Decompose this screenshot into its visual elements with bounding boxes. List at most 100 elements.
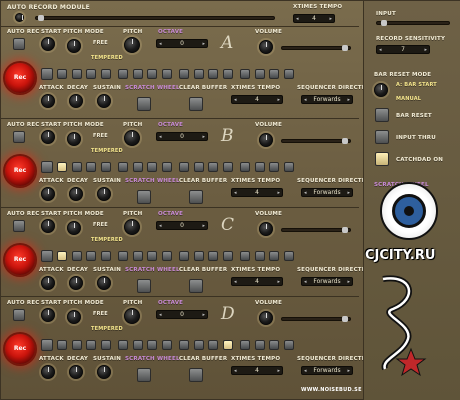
- volume-knob[interactable]: [259, 40, 273, 54]
- sequencer-step[interactable]: [57, 69, 67, 79]
- rec-arm-toggle[interactable]: [41, 250, 53, 262]
- rec-arm-toggle[interactable]: [41, 161, 53, 173]
- sustain-knob[interactable]: [97, 276, 111, 290]
- sequencer-step[interactable]: [161, 340, 172, 350]
- pitch-knob[interactable]: [124, 308, 140, 324]
- bar-reset-mode-knob[interactable]: [374, 83, 388, 97]
- pitch-mode-tempered[interactable]: Tempered: [91, 55, 123, 61]
- decay-knob[interactable]: [69, 365, 83, 379]
- octave-field[interactable]: ◂ 0 ▸: [156, 221, 208, 230]
- sequencer-step[interactable]: [161, 251, 172, 261]
- bar-reset-button[interactable]: [375, 108, 389, 122]
- sequencer-step[interactable]: [208, 251, 218, 261]
- sequencer-step[interactable]: [161, 69, 172, 79]
- xtimes-field[interactable]: ◂ 4 ▸: [231, 95, 283, 104]
- auto-rec-toggle[interactable]: [13, 309, 25, 321]
- sequencer-step[interactable]: [147, 340, 157, 350]
- sequencer-step[interactable]: [254, 69, 265, 79]
- sequencer-step[interactable]: [222, 162, 233, 172]
- sequencer-step[interactable]: [193, 340, 204, 350]
- octave-field[interactable]: ◂ 0 ▸: [156, 132, 208, 141]
- sustain-knob[interactable]: [97, 187, 111, 201]
- scratch-wheel-button[interactable]: [137, 190, 151, 204]
- sequencer-step[interactable]: [86, 69, 96, 79]
- rec-button[interactable]: Rec: [5, 63, 35, 93]
- clear-buffer-button[interactable]: [189, 279, 203, 293]
- xtimes-field[interactable]: ◂ 4 ▸: [231, 366, 283, 375]
- sequencer-step[interactable]: [179, 340, 189, 350]
- attack-knob[interactable]: [41, 365, 55, 379]
- sequencer-step[interactable]: [179, 251, 189, 261]
- sequencer-step[interactable]: [71, 251, 82, 261]
- rec-button[interactable]: Rec: [5, 156, 35, 186]
- volume-slider[interactable]: [281, 316, 351, 322]
- sequencer-step[interactable]: [208, 162, 218, 172]
- sequencer-step[interactable]: [222, 340, 233, 350]
- sequencer-step[interactable]: [147, 69, 157, 79]
- sequencer-step[interactable]: [283, 69, 294, 79]
- input-thru-button[interactable]: [375, 130, 389, 144]
- clear-buffer-button[interactable]: [189, 190, 203, 204]
- auto-rec-toggle[interactable]: [13, 220, 25, 232]
- pitch-mode-knob[interactable]: [67, 132, 81, 146]
- rec-arm-toggle[interactable]: [41, 339, 53, 351]
- sequencer-step[interactable]: [240, 69, 250, 79]
- xtimes-field[interactable]: ◂ 4 ▸: [231, 277, 283, 286]
- sequencer-step[interactable]: [222, 251, 233, 261]
- sequencer-step[interactable]: [193, 251, 204, 261]
- pitch-mode-knob[interactable]: [67, 39, 81, 53]
- sequencer-step[interactable]: [132, 162, 143, 172]
- direction-field[interactable]: ◂ Forwards ▸: [301, 366, 353, 375]
- pitch-mode-tempered[interactable]: Tempered: [91, 326, 123, 332]
- volume-slider[interactable]: [281, 227, 351, 233]
- catchdad-button[interactable]: [375, 152, 389, 166]
- sustain-knob[interactable]: [97, 94, 111, 108]
- pitch-mode-knob[interactable]: [67, 221, 81, 235]
- module-slider[interactable]: [35, 15, 275, 21]
- sequencer-step[interactable]: [147, 162, 157, 172]
- sequencer-step[interactable]: [222, 69, 233, 79]
- pitch-knob[interactable]: [124, 130, 140, 146]
- pitch-mode-free[interactable]: Free: [93, 222, 108, 228]
- xtimes-field[interactable]: ◂ 4 ▸: [231, 188, 283, 197]
- rec-sensitivity-field[interactable]: ◂ 7 ▸: [376, 45, 430, 54]
- sequencer-step[interactable]: [86, 340, 96, 350]
- sequencer-step[interactable]: [283, 162, 294, 172]
- rec-arm-toggle[interactable]: [41, 68, 53, 80]
- sequencer-step[interactable]: [132, 69, 143, 79]
- volume-slider[interactable]: [281, 45, 351, 51]
- octave-field[interactable]: ◂ 0 ▸: [156, 39, 208, 48]
- direction-field[interactable]: ◂ Forwards ▸: [301, 277, 353, 286]
- sequencer-step[interactable]: [208, 340, 218, 350]
- scratch-wheel-button[interactable]: [137, 97, 151, 111]
- pitch-knob[interactable]: [124, 219, 140, 235]
- sequencer-step[interactable]: [57, 340, 67, 350]
- sustain-knob[interactable]: [97, 365, 111, 379]
- attack-knob[interactable]: [41, 94, 55, 108]
- sequencer-step[interactable]: [100, 162, 111, 172]
- sequencer-step[interactable]: [240, 162, 250, 172]
- module-knob[interactable]: [15, 13, 24, 22]
- sequencer-step[interactable]: [208, 69, 218, 79]
- pitch-mode-free[interactable]: Free: [93, 133, 108, 139]
- attack-knob[interactable]: [41, 276, 55, 290]
- pitch-mode-tempered[interactable]: Tempered: [91, 148, 123, 154]
- decay-knob[interactable]: [69, 276, 83, 290]
- pitch-mode-knob[interactable]: [67, 310, 81, 324]
- sequencer-step[interactable]: [283, 251, 294, 261]
- rec-button[interactable]: Rec: [5, 245, 35, 275]
- sequencer-step[interactable]: [269, 340, 279, 350]
- sequencer-step[interactable]: [118, 162, 128, 172]
- sequencer-step[interactable]: [118, 340, 128, 350]
- start-knob[interactable]: [41, 130, 55, 144]
- auto-rec-toggle[interactable]: [13, 131, 25, 143]
- sequencer-step[interactable]: [254, 251, 265, 261]
- sequencer-step[interactable]: [57, 251, 67, 261]
- scratch-wheel-button[interactable]: [137, 368, 151, 382]
- sequencer-step[interactable]: [254, 340, 265, 350]
- sequencer-step[interactable]: [269, 162, 279, 172]
- auto-rec-toggle[interactable]: [13, 38, 25, 50]
- volume-knob[interactable]: [259, 222, 273, 236]
- sequencer-step[interactable]: [161, 162, 172, 172]
- rec-button[interactable]: Rec: [5, 334, 35, 364]
